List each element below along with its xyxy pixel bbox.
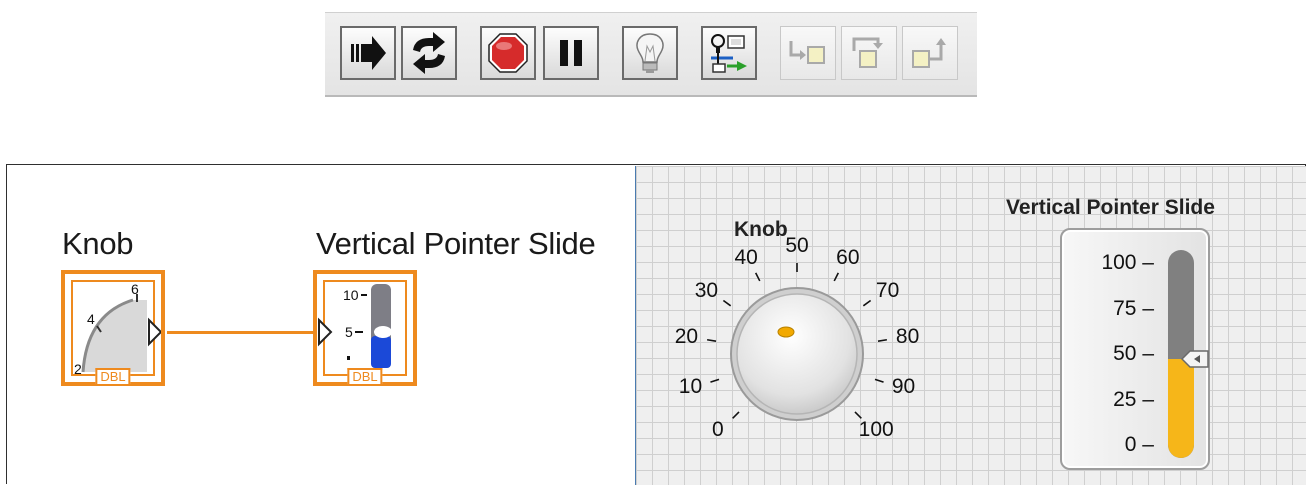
slide-tick-label-75: 75 – <box>1113 296 1154 320</box>
knob-tick-label-0: 0 <box>711 418 724 442</box>
slide-icon-tick-10: 10 <box>343 287 359 303</box>
knob-value-indicator <box>777 326 795 338</box>
knob-tick-mark <box>862 299 872 307</box>
slide-type-badge: DBL <box>347 368 383 384</box>
step-into-icon <box>789 41 825 64</box>
step-over-button[interactable] <box>841 26 897 80</box>
retain-wire-values-button[interactable] <box>701 26 757 80</box>
knob-icon-tick-4: 4 <box>87 311 95 327</box>
slide-control-label: Vertical Pointer Slide <box>1006 196 1215 219</box>
knob-tick-label-90: 90 <box>891 375 916 399</box>
knob-terminal-label: Knob <box>62 226 134 261</box>
knob-tick-label-50: 50 <box>785 234 809 257</box>
slide-tick-label-25: 25 – <box>1113 387 1154 411</box>
run-button[interactable] <box>340 26 396 80</box>
knob-tick-label-80: 80 <box>895 325 920 349</box>
knob-type-badge: DBL <box>95 368 131 384</box>
highlight-execution-button[interactable] <box>622 26 678 80</box>
execution-toolbar <box>325 12 977 97</box>
run-continuously-button[interactable] <box>401 26 457 80</box>
step-over-icon <box>852 37 883 68</box>
block-diagram: Knob Vertical Pointer Slide 2 4 6 DBL 10… <box>10 166 636 485</box>
knob-tick-mark <box>754 272 761 282</box>
slide-tick-label-100: 100 – <box>1101 251 1154 274</box>
slide-terminal-icon: 10 5 <box>318 284 392 368</box>
knob-tick-mark <box>833 272 840 282</box>
knob-tick-mark <box>877 338 888 342</box>
slide-tick-label-0: 0 – <box>1124 433 1154 456</box>
data-wire[interactable] <box>167 331 328 334</box>
knob-tick-label-30: 30 <box>694 278 719 302</box>
front-panel: Knob 0 10 20 30 40 50 60 70 80 90 100 Vertical Poi… <box>636 166 1306 485</box>
knob-tick-label-70: 70 <box>875 278 900 302</box>
slide-tick-label-50: 50 – <box>1113 342 1154 365</box>
slide-terminal-label: Vertical Pointer Slide <box>316 226 596 261</box>
slide-fill-level <box>1168 359 1194 458</box>
knob-tick-label-40: 40 <box>734 245 758 269</box>
knob-tick-mark <box>874 378 884 383</box>
slide-pointer[interactable] <box>1181 350 1209 369</box>
slide-terminal[interactable]: 10 5 DBL <box>313 270 417 386</box>
step-into-button[interactable] <box>780 26 836 80</box>
knob-tick-mark <box>722 299 732 307</box>
knob-tick-label-20: 20 <box>674 325 699 349</box>
slide-icon-tick-5: 5 <box>345 324 353 340</box>
step-out-icon <box>912 38 946 68</box>
knob-tick-mark <box>732 411 740 419</box>
knob-tick-label-100: 100 <box>858 418 894 442</box>
knob-tick-mark <box>706 338 717 342</box>
highlight-execution-icon <box>636 33 664 73</box>
step-out-button[interactable] <box>902 26 958 80</box>
abort-button[interactable] <box>480 26 536 80</box>
knob-face[interactable] <box>736 293 858 415</box>
retain-wire-values-icon <box>711 34 747 73</box>
knob-terminal-icon: 2 4 6 <box>74 281 161 377</box>
knob-terminal[interactable]: 2 4 6 DBL <box>61 270 165 386</box>
knob-tick-label-10: 10 <box>678 375 703 399</box>
abort-execution-icon <box>488 33 528 73</box>
run-icon <box>351 36 386 70</box>
knob-tick-label-60: 60 <box>836 245 860 269</box>
knob-tick-mark <box>710 378 720 383</box>
knob-icon-tick-2: 2 <box>74 361 82 377</box>
knob-icon-tick-6: 6 <box>131 281 139 297</box>
pause-button[interactable] <box>543 26 599 80</box>
run-continuously-icon <box>413 32 445 74</box>
pause-icon <box>560 40 582 66</box>
